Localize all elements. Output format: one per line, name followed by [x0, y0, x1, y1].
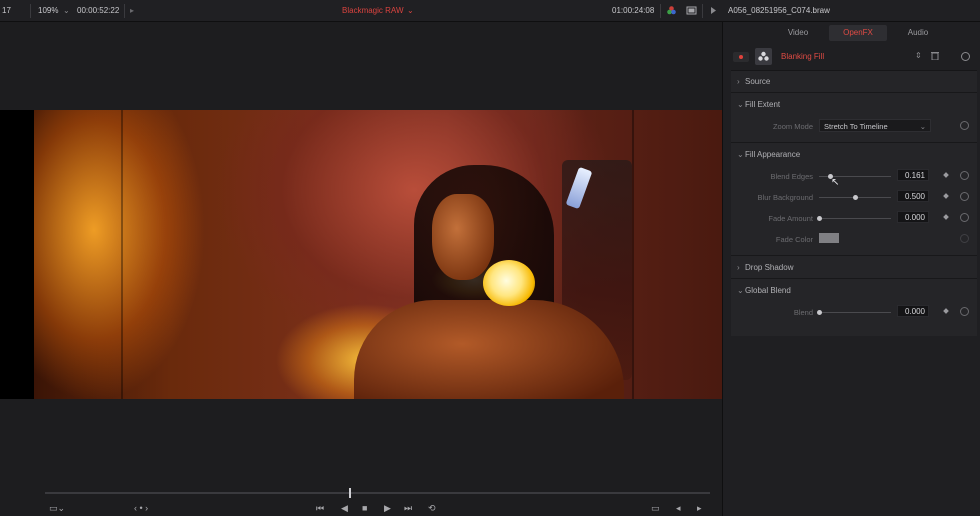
chevron-down-icon: ⌄	[737, 150, 744, 159]
slider-knob[interactable]	[816, 216, 822, 221]
trash-icon[interactable]	[931, 51, 939, 62]
play-reverse-icon[interactable]: ◀	[341, 503, 348, 513]
effect-name: Blanking Fill	[781, 52, 825, 61]
reset-effect-icon[interactable]	[961, 52, 970, 61]
blend-value[interactable]: 0.000	[897, 305, 929, 317]
scrubber-bar[interactable]	[45, 492, 710, 494]
jog-control-icon[interactable]: ‹ • ›	[134, 503, 148, 513]
zoom-level[interactable]: 109%	[38, 6, 58, 15]
divider	[731, 92, 977, 93]
playhead[interactable]	[349, 488, 351, 498]
stop-icon[interactable]: ■	[362, 503, 367, 513]
chevron-right-icon: ›	[737, 263, 740, 272]
top-toolbar: 17 109% ⌄ 00:00:52:22 ▸ Blackmagic RAW ⌄…	[0, 0, 980, 22]
reset-blend-edges-icon[interactable]	[960, 171, 969, 180]
section-fill-extent[interactable]: ⌄Fill Extent	[737, 100, 780, 109]
blend-edges-value[interactable]: 0.161	[897, 169, 929, 181]
divider	[731, 255, 977, 256]
inspector-panel: Video OpenFX Audio Blanking Fill ⇕ › Sour…	[722, 22, 980, 516]
reset-blend-icon[interactable]	[960, 307, 969, 316]
reset-blur-background-icon[interactable]	[960, 192, 969, 201]
fade-color-label: Fade Color	[775, 235, 813, 244]
chevron-down-icon: ⌄	[919, 122, 926, 131]
slider-knob[interactable]	[816, 310, 822, 315]
video-frame[interactable]	[0, 110, 722, 399]
reorder-icon[interactable]: ⇕	[915, 51, 922, 60]
next-edit-icon[interactable]: ▸	[697, 503, 702, 513]
glowing-orb	[483, 260, 535, 306]
fade-color-swatch[interactable]	[819, 233, 839, 243]
zoom-mode-dropdown[interactable]: Stretch To Timeline ⌄	[819, 119, 931, 132]
effect-parameters: › Source ⌄Fill Extent Zoom Mode Stretch T…	[731, 70, 977, 336]
keyframe-icon[interactable]	[943, 172, 949, 178]
reset-fade-color-icon[interactable]	[960, 234, 969, 243]
person-face	[432, 194, 494, 280]
blur-background-slider[interactable]	[819, 195, 891, 200]
chevron-down-icon: ⌄	[737, 286, 744, 295]
reset-fade-amount-icon[interactable]	[960, 213, 969, 222]
tab-audio[interactable]: Audio	[889, 25, 947, 41]
keyframe-icon[interactable]	[943, 193, 949, 199]
slider-knob[interactable]	[852, 195, 858, 200]
divider	[731, 278, 977, 279]
fade-amount-label: Fade Amount	[768, 214, 813, 223]
format-chevron-down-icon[interactable]: ⌄	[407, 6, 414, 15]
video-image	[34, 110, 722, 399]
tab-openfx[interactable]: OpenFX	[829, 25, 887, 41]
person-body	[354, 300, 624, 399]
viewer-mode-icon[interactable]: ▭⌄	[49, 503, 65, 513]
viewer-layout-icon[interactable]	[686, 5, 697, 16]
section-drop-shadow[interactable]: › Drop Shadow	[737, 263, 793, 272]
image-seam	[121, 110, 123, 399]
mouse-cursor-icon: ↖	[831, 177, 840, 188]
divider	[731, 142, 977, 143]
timeline-timecode[interactable]: 01:00:24:08	[612, 6, 654, 15]
fade-amount-value[interactable]: 0.000	[897, 211, 929, 223]
match-frame-icon[interactable]: ▭	[651, 503, 660, 513]
openfx-icon	[755, 48, 772, 65]
zoom-chevron-down-icon[interactable]: ⌄	[63, 6, 70, 15]
color-wheel-icon[interactable]	[666, 5, 677, 16]
blanking-bar	[0, 110, 34, 399]
previous-edit-icon[interactable]: ◂	[676, 503, 681, 513]
blur-background-value[interactable]: 0.500	[897, 190, 929, 202]
loop-icon[interactable]: ⟲	[428, 503, 436, 513]
go-to-start-icon[interactable]: ⏮	[316, 503, 324, 513]
image-seam	[632, 110, 634, 399]
chevron-down-icon: ⌄	[737, 100, 744, 109]
keyframe-icon[interactable]	[943, 308, 949, 314]
left-counter: 17	[2, 6, 11, 15]
viewer-panel[interactable]	[0, 22, 722, 516]
section-fill-appearance[interactable]: ⌄Fill Appearance	[737, 150, 800, 159]
blur-background-label: Blur Background	[757, 193, 813, 202]
play-icon[interactable]: ▶	[384, 503, 391, 513]
divider	[702, 4, 703, 18]
divider	[660, 4, 661, 18]
keyframe-icon[interactable]	[943, 214, 949, 220]
divider	[30, 4, 31, 18]
inspector-tabs: Video OpenFX Audio	[729, 25, 975, 41]
divider	[124, 4, 125, 18]
clip-format-dropdown[interactable]: Blackmagic RAW	[342, 6, 404, 15]
tab-video[interactable]: Video	[769, 25, 827, 41]
chevron-right-icon: ›	[737, 77, 740, 86]
reset-zoom-mode-icon[interactable]	[960, 121, 969, 130]
effect-enable-toggle[interactable]	[733, 52, 749, 62]
blend-label: Blend	[793, 308, 813, 317]
go-to-end-icon[interactable]: ⏭	[404, 503, 412, 513]
source-timecode[interactable]: 00:00:52:22	[77, 6, 119, 15]
zoom-mode-label: Zoom Mode	[772, 122, 813, 131]
blend-edges-slider[interactable]	[819, 174, 891, 179]
blend-slider[interactable]	[816, 310, 891, 315]
viewer-options-icon[interactable]: ▸	[130, 6, 134, 15]
fade-amount-slider[interactable]	[816, 216, 891, 221]
section-source[interactable]: › Source	[737, 77, 770, 86]
effect-header: Blanking Fill ⇕	[731, 48, 975, 66]
section-global-blend[interactable]: ⌄Global Blend	[737, 286, 791, 295]
panel-options-icon[interactable]	[708, 5, 719, 16]
blend-edges-label: Blend Edges	[770, 172, 813, 181]
clip-name: A056_08251956_C074.braw	[728, 6, 830, 15]
